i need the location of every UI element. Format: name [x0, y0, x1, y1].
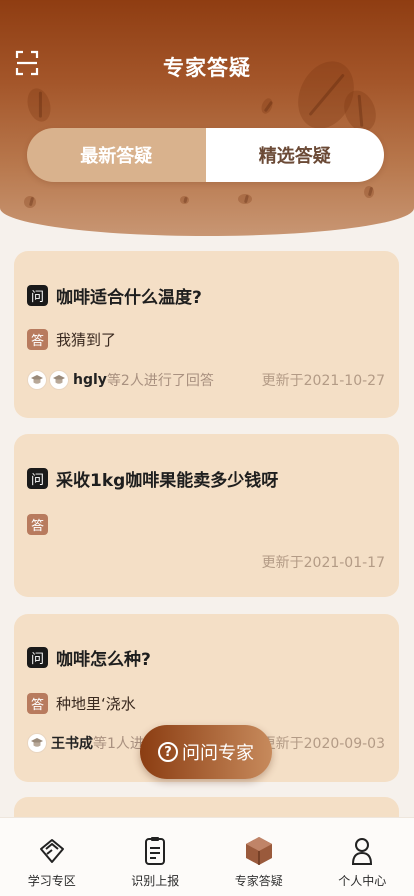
updated-date: 更新于2021-10-27 [261, 373, 385, 389]
updated-date: 更新于2021-01-17 [261, 555, 385, 571]
question-badge: 问 [27, 468, 48, 489]
answer-text: 种地里‘浇水 [56, 695, 136, 713]
tab-featured[interactable]: 精选答疑 [205, 128, 384, 182]
nav-label: 个人中心 [338, 874, 387, 888]
bottom-nav: 学习专区 识别上报 专家答疑 个人中心 [0, 817, 414, 896]
question-badge: 问 [27, 285, 48, 306]
expert-avatar [27, 370, 47, 390]
coffee-bean-decoration [259, 96, 275, 116]
question-card[interactable]: 问 咖啡适合什么温度? 答 我猜到了 hgly 等2人进行了回答 更新于2021… [14, 251, 399, 418]
nav-item-report[interactable]: 识别上报 [104, 818, 208, 896]
tab-latest[interactable]: 最新答疑 [27, 128, 206, 182]
coffee-bean-decoration [23, 85, 55, 125]
tab-bar: 最新答疑 精选答疑 [27, 128, 384, 182]
header-banner: 专家答疑 [0, 0, 414, 236]
expert-avatar [49, 370, 69, 390]
report-icon [140, 834, 170, 868]
nav-label: 专家答疑 [234, 874, 283, 888]
question-mark-icon: ? [158, 742, 178, 762]
coffee-bean-decoration [238, 194, 252, 204]
ask-expert-button[interactable]: ? 问问专家 [140, 725, 272, 779]
question-text: 咖啡怎么种? [56, 650, 151, 670]
answer-count: 等2人进行了回答 [106, 373, 214, 389]
expert-qa-icon [244, 834, 274, 868]
graduation-cap-icon [31, 375, 43, 384]
graduation-cap-icon [53, 375, 65, 384]
nav-item-profile[interactable]: 个人中心 [311, 818, 414, 896]
answer-badge: 答 [27, 514, 48, 535]
coffee-bean-decoration [24, 196, 36, 208]
graduation-cap-icon [31, 738, 43, 747]
book-icon [37, 834, 67, 868]
question-text: 采收1kg咖啡果能卖多少钱呀 [56, 471, 279, 491]
question-card[interactable]: 问 采收1kg咖啡果能卖多少钱呀 答 更新于2021-01-17 [14, 434, 399, 597]
answer-badge: 答 [27, 693, 48, 714]
question-text: 咖啡适合什么温度? [56, 288, 202, 308]
nav-item-learning[interactable]: 学习专区 [0, 818, 104, 896]
expert-avatar [27, 733, 47, 753]
answer-count: 等1人进 [93, 736, 144, 752]
updated-date: 更新于2020-09-03 [261, 736, 385, 752]
person-icon [347, 834, 377, 868]
answerer-name: hgly [73, 372, 107, 388]
answer-text: 我猜到了 [56, 331, 117, 349]
question-badge: 问 [27, 647, 48, 668]
coffee-bean-decoration [180, 196, 189, 204]
answerer-name: 王书成 [51, 736, 93, 752]
coffee-bean-decoration [364, 186, 374, 198]
answer-badge: 答 [27, 329, 48, 350]
page-title: 专家答疑 [163, 56, 251, 80]
nav-label: 识别上报 [131, 874, 180, 888]
nav-label: 学习专区 [27, 874, 76, 888]
ask-expert-label: 问问专家 [182, 743, 254, 764]
nav-item-expert-qa[interactable]: 专家答疑 [207, 818, 311, 896]
